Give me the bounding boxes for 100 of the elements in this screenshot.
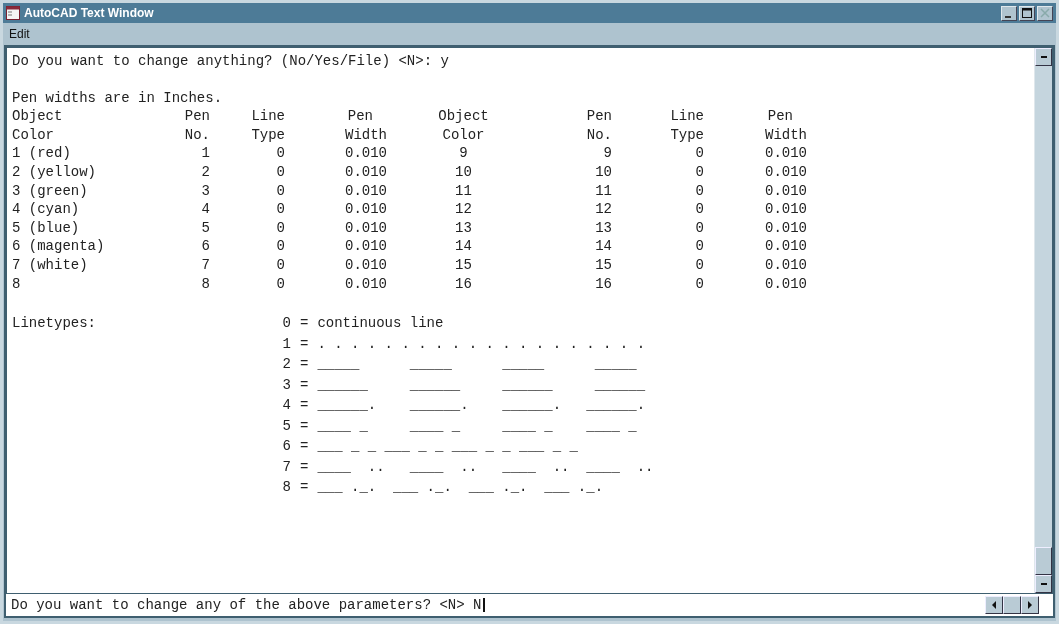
section-label: Linetypes: <box>12 314 97 334</box>
window-title: AutoCAD Text Window <box>24 6 154 20</box>
vertical-scrollbar[interactable] <box>1034 48 1052 593</box>
table-cell-text: 0 <box>694 144 704 163</box>
table-cell-text: 0 <box>694 237 704 256</box>
table-cell-text: 0.010 <box>344 237 387 256</box>
equals-sign: = <box>300 375 309 395</box>
minimize-icon <box>1005 15 1011 18</box>
maximize-button[interactable] <box>1019 5 1035 21</box>
table-cell-text: 0 <box>275 144 285 163</box>
prompt-text: Do you want to change anything? (No/Yes/File) <N>: y <box>12 52 450 71</box>
column-header: Pen <box>183 107 210 126</box>
table-cell-text: 0 <box>275 255 285 275</box>
table-cell-text: 0 <box>275 181 285 201</box>
scroll-thumb[interactable] <box>1035 547 1052 575</box>
column-header: Object <box>12 107 64 126</box>
note-text: Pen widths are in Inches. <box>12 88 224 108</box>
column-header: Line <box>250 107 285 126</box>
table-cell-text: 3 (green) <box>12 181 89 201</box>
table-cell-text: 0.010 <box>764 218 807 238</box>
equals-sign: = <box>300 457 309 477</box>
scroll-right-button[interactable] <box>1021 596 1039 614</box>
linetype-pattern: . . . . . . . . . . . . . . . . . . . . <box>317 334 646 354</box>
table-cell-text: 4 (cyan) <box>12 200 81 219</box>
table-cell-text: 5 <box>200 218 210 238</box>
table-cell-text: 0.010 <box>344 274 387 294</box>
linetype-number: 1 <box>282 334 291 354</box>
table-cell-text: 0.010 <box>764 144 807 163</box>
table-cell-text: 0.010 <box>344 218 387 238</box>
column-header: Color <box>441 125 486 145</box>
table-cell-text: 16 <box>594 274 612 294</box>
maximize-icon <box>1022 8 1032 18</box>
column-header: Type <box>250 125 285 145</box>
table-cell-text: 11 <box>594 181 612 201</box>
linetype-pattern: ____ _ ____ _ ____ _ ____ _ <box>317 416 637 436</box>
column-header: Width <box>764 125 807 145</box>
table-cell-text: 16 <box>454 274 473 294</box>
table-cell-text: 8 <box>200 274 210 294</box>
table-cell-text: 2 <box>200 162 210 182</box>
table-cell-text: 0.010 <box>764 162 807 182</box>
column-header: Type <box>669 125 704 145</box>
linetype-number: 4 <box>282 396 291 416</box>
left-arrow-icon <box>991 601 997 609</box>
minimize-button[interactable] <box>1001 5 1017 21</box>
table-cell-text: 13 <box>594 218 612 238</box>
table-cell-text: 0 <box>694 255 704 275</box>
table-cell-text: 5 (blue) <box>12 218 81 238</box>
table-cell-text: 0 <box>694 162 704 182</box>
table-cell-text: 0.010 <box>764 255 807 275</box>
table-cell-text: 11 <box>454 181 473 201</box>
table-cell-text: 0.010 <box>344 200 387 219</box>
linetype-pattern: ___ ._. ___ ._. ___ ._. ___ ._. <box>317 478 604 498</box>
column-header: Color <box>12 125 55 145</box>
table-cell-text: 15 <box>594 255 612 275</box>
linetype-number: 0 <box>282 314 291 334</box>
linetype-number: 3 <box>282 375 291 395</box>
table-cell-text: 10 <box>594 162 612 182</box>
linetype-pattern: ______ ______ ______ ______ <box>317 375 646 395</box>
equals-sign: = <box>300 416 309 436</box>
equals-sign: = <box>300 437 309 457</box>
column-header: Pen <box>585 107 612 126</box>
linetype-pattern: ______. ______. ______. ______. <box>317 396 646 416</box>
scroll-down-button[interactable] <box>1035 575 1052 593</box>
table-cell-text: 4 <box>200 200 210 219</box>
table-cell-text: 0 <box>275 218 285 238</box>
right-arrow-icon <box>1027 601 1033 609</box>
scroll-left-button[interactable] <box>985 596 1003 614</box>
table-cell-text: 15 <box>454 255 473 275</box>
column-header: Pen <box>346 107 374 126</box>
linetype-number: 2 <box>282 355 291 375</box>
table-cell-text: 9 <box>602 144 612 163</box>
table-cell-text: 3 <box>200 181 210 201</box>
linetype-pattern: _____ _____ _____ _____ <box>317 355 637 375</box>
dash-icon <box>1039 581 1048 587</box>
column-header: Pen <box>766 107 794 126</box>
column-header: Object <box>437 107 490 126</box>
linetype-pattern: continuous line <box>317 314 444 334</box>
table-cell-text: 9 <box>458 144 469 163</box>
table-cell-text: 1 (red) <box>12 144 72 163</box>
table-cell-text: 0.010 <box>344 162 387 182</box>
close-button[interactable] <box>1037 5 1053 21</box>
table-cell-text: 0 <box>694 218 704 238</box>
table-cell-text: 12 <box>454 200 473 219</box>
table-cell-text: 0.010 <box>764 181 807 201</box>
table-cell-text: 0 <box>275 162 285 182</box>
dash-icon <box>1039 54 1048 60</box>
table-cell-text: 14 <box>594 237 612 256</box>
table-cell-text: 7 <box>200 255 210 275</box>
table-cell-text: 0.010 <box>344 255 387 275</box>
equals-sign: = <box>300 334 309 354</box>
menu-item[interactable]: Edit <box>9 27 30 41</box>
table-cell-text: 0 <box>694 181 704 201</box>
scroll-up-button[interactable] <box>1035 48 1052 66</box>
table-cell-text: 14 <box>454 237 473 256</box>
linetype-number: 5 <box>282 416 291 436</box>
table-cell-text: 0 <box>275 200 285 219</box>
table-cell-text: 0.010 <box>344 181 387 201</box>
table-cell-text: 2 (yellow) <box>12 162 97 182</box>
linetype-number: 8 <box>282 478 291 498</box>
table-cell-text: 0.010 <box>764 200 807 219</box>
